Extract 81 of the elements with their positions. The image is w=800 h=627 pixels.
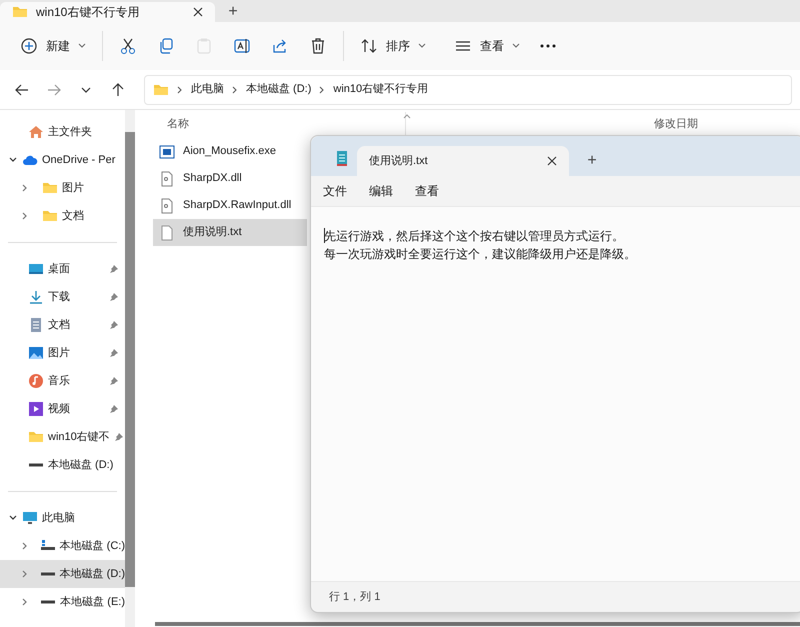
- folder-icon: [42, 180, 58, 196]
- drive-icon: [40, 600, 56, 604]
- column-header[interactable]: 修改日期: [654, 116, 698, 132]
- sidebar-item[interactable]: 图片: [0, 339, 125, 367]
- menu-item[interactable]: 编辑: [369, 182, 393, 200]
- menu-item[interactable]: 文件: [323, 182, 347, 200]
- sidebar-item[interactable]: OneDrive - Per: [0, 146, 125, 174]
- cut-icon: [119, 37, 137, 55]
- music-icon: [28, 373, 44, 389]
- monitor-icon: [22, 510, 38, 526]
- scrollbar[interactable]: [125, 132, 135, 587]
- sidebar-item[interactable]: 桌面: [0, 255, 125, 283]
- breadcrumb[interactable]: win10右键不行专用: [333, 81, 428, 98]
- up-icon: [110, 82, 126, 98]
- caret-icon: [418, 43, 426, 49]
- text-file-icon: [159, 224, 175, 240]
- sidebar-item[interactable]: 此电脑: [0, 504, 125, 532]
- document-icon: [28, 317, 44, 333]
- folder-icon: [42, 208, 58, 224]
- rename-icon: [233, 37, 251, 55]
- folder-icon: [12, 4, 28, 20]
- clipboard-icon: [195, 37, 213, 55]
- sort-icon: [360, 37, 378, 55]
- sidebar-item[interactable]: 本地磁盘 (E:): [0, 588, 125, 616]
- sidebar-item[interactable]: 本地磁盘 (D:): [0, 560, 125, 588]
- file-icon: [159, 198, 175, 214]
- download-icon: [28, 289, 44, 305]
- close-icon: [193, 7, 203, 17]
- window-tab[interactable]: win10右键不行专用: [0, 2, 215, 22]
- file-row[interactable]: SharpDX.RawInput.dll: [153, 192, 307, 219]
- new-tab-button[interactable]: +: [577, 146, 607, 176]
- sidebar-item[interactable]: 文档: [0, 311, 125, 339]
- menu-item[interactable]: 查看: [415, 182, 439, 200]
- sidebar-item[interactable]: 下载: [0, 283, 125, 311]
- forward-icon: [46, 82, 62, 98]
- home-icon: [28, 124, 44, 140]
- column-header[interactable]: 名称: [135, 116, 405, 132]
- file-row[interactable]: SharpDX.dll: [153, 165, 307, 192]
- chevron-right-icon: [319, 86, 326, 94]
- breadcrumb[interactable]: 本地磁盘 (D:): [246, 81, 312, 98]
- sort-button[interactable]: 排序: [352, 30, 434, 62]
- notepad-icon: [335, 149, 349, 167]
- sidebar-item[interactable]: 本地磁盘 (C:): [0, 532, 125, 560]
- back-icon: [14, 82, 30, 98]
- drive-icon: [40, 572, 56, 576]
- caret-icon: [78, 43, 86, 49]
- trash-icon: [309, 37, 327, 55]
- file-icon: [159, 170, 175, 186]
- add-icon: [20, 37, 38, 55]
- sidebar-item[interactable]: 图片: [0, 174, 125, 202]
- text-editor[interactable]: 先运行游戏，然后择这个这个按右键以管理员方式运行。 每一次玩游戏时全要运行这个，建议能降级用户还是降级。: [311, 206, 800, 582]
- picture-icon: [28, 345, 44, 361]
- chevron-right-icon: [232, 86, 238, 94]
- close-icon: [547, 156, 557, 166]
- scrollbar[interactable]: [155, 622, 800, 626]
- application-icon: [159, 144, 175, 160]
- file-row[interactable]: Aion_Mousefix.exe: [153, 138, 307, 165]
- new-tab-button[interactable]: +: [215, 2, 251, 22]
- caret-icon: [512, 43, 520, 49]
- new-button[interactable]: 新建: [12, 30, 94, 62]
- folder-icon: [28, 429, 44, 445]
- sort-up-icon: [403, 114, 411, 119]
- chevron-right-icon: [177, 86, 183, 94]
- tab-title: 使用说明.txt: [369, 154, 429, 169]
- video-icon: [28, 401, 44, 417]
- desktop-icon: [28, 261, 44, 277]
- sidebar-item[interactable]: 本地磁盘 (D:): [0, 451, 125, 479]
- sidebar-item[interactable]: 音乐: [0, 367, 125, 395]
- file-row[interactable]: 使用说明.txt: [153, 219, 307, 246]
- more-icon: [540, 44, 556, 48]
- breadcrumb[interactable]: 此电脑: [191, 81, 224, 98]
- sidebar-item[interactable]: win10右键不: [0, 423, 125, 451]
- cursor-position: 行 1，列 1: [329, 590, 380, 605]
- sidebar-item[interactable]: 主文件夹: [0, 118, 125, 146]
- tab-title: win10右键不行专用: [36, 4, 140, 21]
- sidebar-item[interactable]: 视频: [0, 395, 125, 423]
- view-button[interactable]: 查看: [446, 30, 528, 62]
- notepad-tab[interactable]: 使用说明.txt: [357, 146, 569, 176]
- sidebar-item[interactable]: 文档: [0, 202, 125, 230]
- drive-icon: [28, 463, 44, 467]
- address-bar[interactable]: 此电脑 本地磁盘 (D:) win10右键不行专用: [144, 74, 792, 104]
